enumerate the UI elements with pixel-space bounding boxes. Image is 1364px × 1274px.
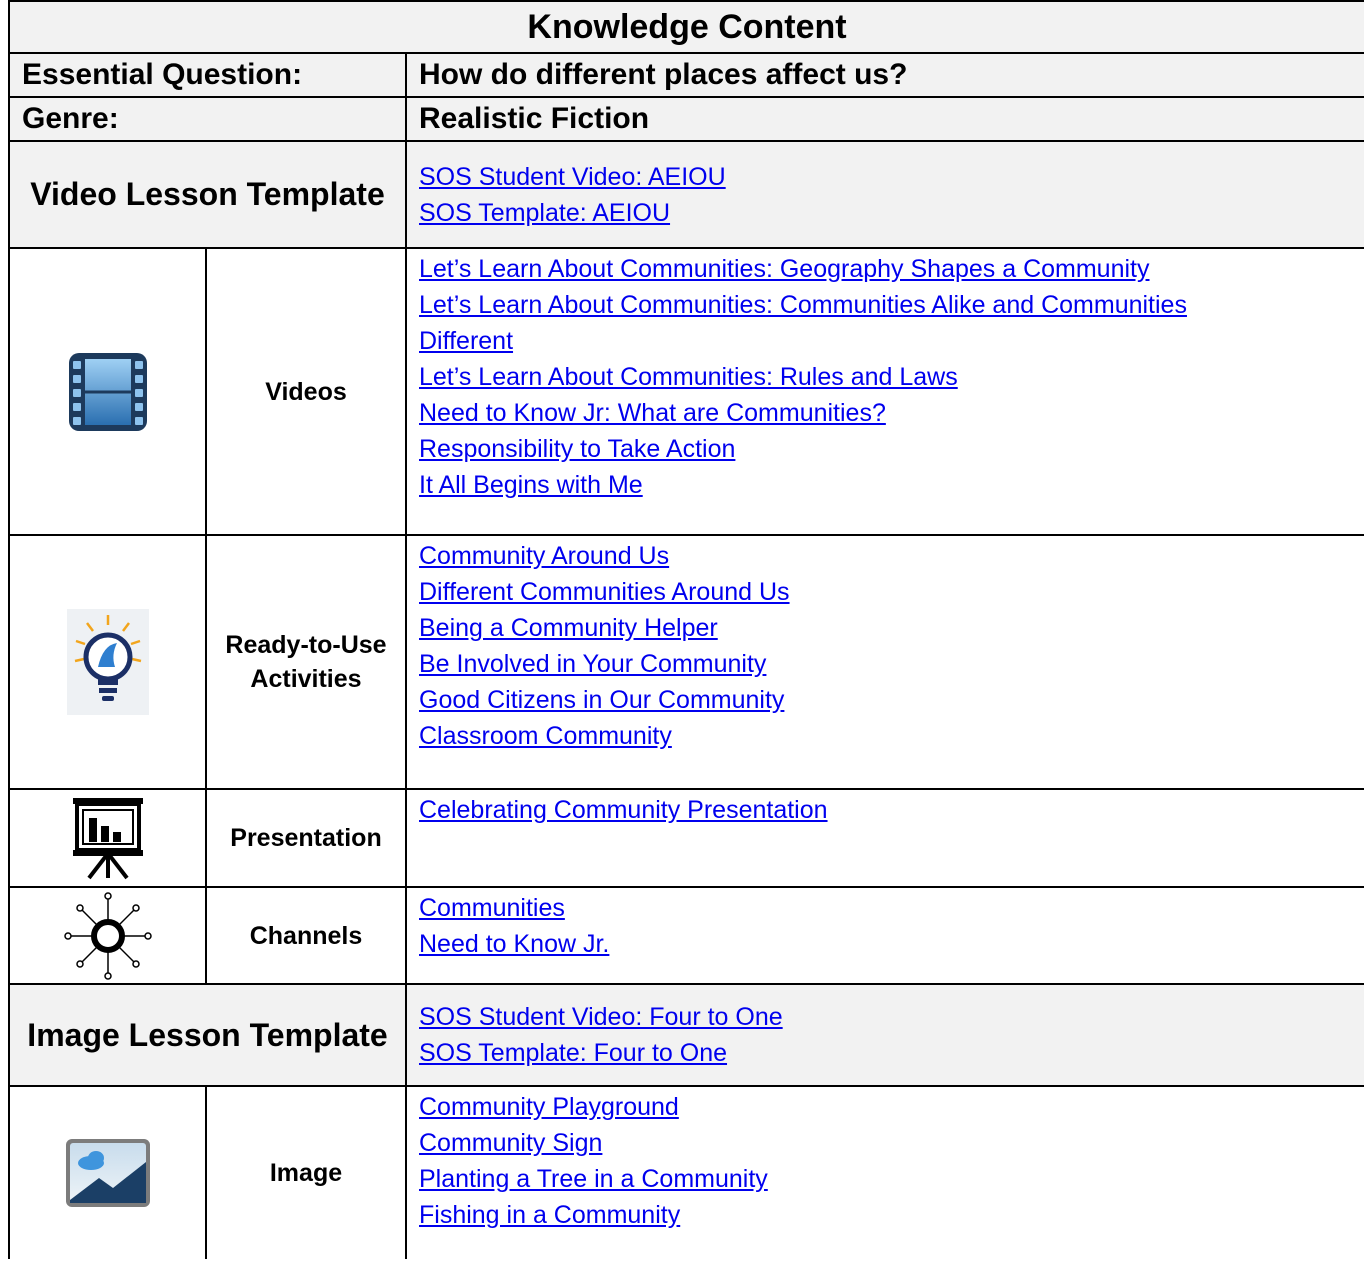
lightbulb-icon (66, 609, 149, 715)
genre-label: Genre: (8, 96, 407, 142)
essential-question-label: Essential Question: (8, 52, 407, 98)
activities-link[interactable]: Classroom Community (419, 718, 1352, 754)
videos-link[interactable]: Let’s Learn About Communities: Geography… (419, 251, 1352, 287)
image-icon-cell (8, 1085, 207, 1259)
channels-hub-icon (63, 891, 152, 980)
presentation-links: Celebrating Community Presentation (404, 788, 1364, 888)
activities-link[interactable]: Different Communities Around Us (419, 574, 1352, 610)
video-lesson-template-links: SOS Student Video: AEIOU SOS Template: A… (404, 140, 1364, 249)
image-link[interactable]: Planting a Tree in a Community (419, 1161, 1352, 1197)
videos-link[interactable]: Let’s Learn About Communities: Rules and… (419, 359, 1352, 395)
presentation-label: Presentation (205, 788, 407, 888)
videos-link[interactable]: It All Begins with Me (419, 467, 1352, 503)
image-links: Community Playground Community Sign Plan… (404, 1085, 1364, 1259)
video-lesson-link[interactable]: SOS Student Video: AEIOU (419, 159, 1352, 195)
activities-links: Community Around Us Different Communitie… (404, 534, 1364, 790)
channels-link[interactable]: Communities (419, 890, 1352, 926)
activities-link[interactable]: Being a Community Helper (419, 610, 1352, 646)
videos-link[interactable]: Need to Know Jr: What are Communities? (419, 395, 1352, 431)
videos-link[interactable]: Let’s Learn About Communities: Communiti… (419, 287, 1352, 323)
channels-label: Channels (205, 886, 407, 985)
presentation-icon-cell (8, 788, 207, 888)
activities-link[interactable]: Community Around Us (419, 538, 1352, 574)
image-link[interactable]: Community Sign (419, 1125, 1352, 1161)
image-link[interactable]: Fishing in a Community (419, 1197, 1352, 1233)
channels-links: Communities Need to Know Jr. (404, 886, 1364, 985)
essential-question-value: How do different places affect us? (404, 52, 1364, 98)
image-lesson-template-links: SOS Student Video: Four to One SOS Templ… (404, 983, 1364, 1087)
activities-label-line1: Ready-to-Use (225, 631, 387, 659)
videos-links: Let’s Learn About Communities: Geography… (404, 247, 1364, 536)
videos-label: Videos (205, 247, 407, 536)
image-icon (65, 1139, 150, 1207)
genre-value: Realistic Fiction (404, 96, 1364, 142)
activities-label-line2: Activities (250, 665, 362, 693)
channels-link[interactable]: Need to Know Jr. (419, 926, 1352, 962)
videos-link[interactable]: Different (419, 323, 1352, 359)
videos-icon-cell (8, 247, 207, 536)
activities-link[interactable]: Be Involved in Your Community (419, 646, 1352, 682)
presentation-link[interactable]: Celebrating Community Presentation (419, 792, 1352, 828)
film-icon (68, 352, 147, 431)
videos-link[interactable]: Responsibility to Take Action (419, 431, 1352, 467)
table-title: Knowledge Content (7, 0, 1364, 54)
video-lesson-link[interactable]: SOS Template: AEIOU (419, 195, 1352, 231)
channels-icon-cell (8, 886, 207, 985)
activities-icon-cell (8, 534, 207, 790)
image-lesson-template-label: Image Lesson Template (8, 983, 407, 1087)
knowledge-content-table: Knowledge Content Essential Question: Ho… (7, 0, 1364, 1259)
activities-label: Ready-to-Use Activities (205, 534, 407, 790)
image-lesson-link[interactable]: SOS Template: Four to One (419, 1035, 1352, 1071)
activities-link[interactable]: Good Citizens in Our Community (419, 682, 1352, 718)
image-label: Image (205, 1085, 407, 1259)
image-lesson-link[interactable]: SOS Student Video: Four to One (419, 999, 1352, 1035)
video-lesson-template-label: Video Lesson Template (8, 140, 407, 249)
image-link[interactable]: Community Playground (419, 1089, 1352, 1125)
presentation-board-icon (72, 798, 143, 880)
